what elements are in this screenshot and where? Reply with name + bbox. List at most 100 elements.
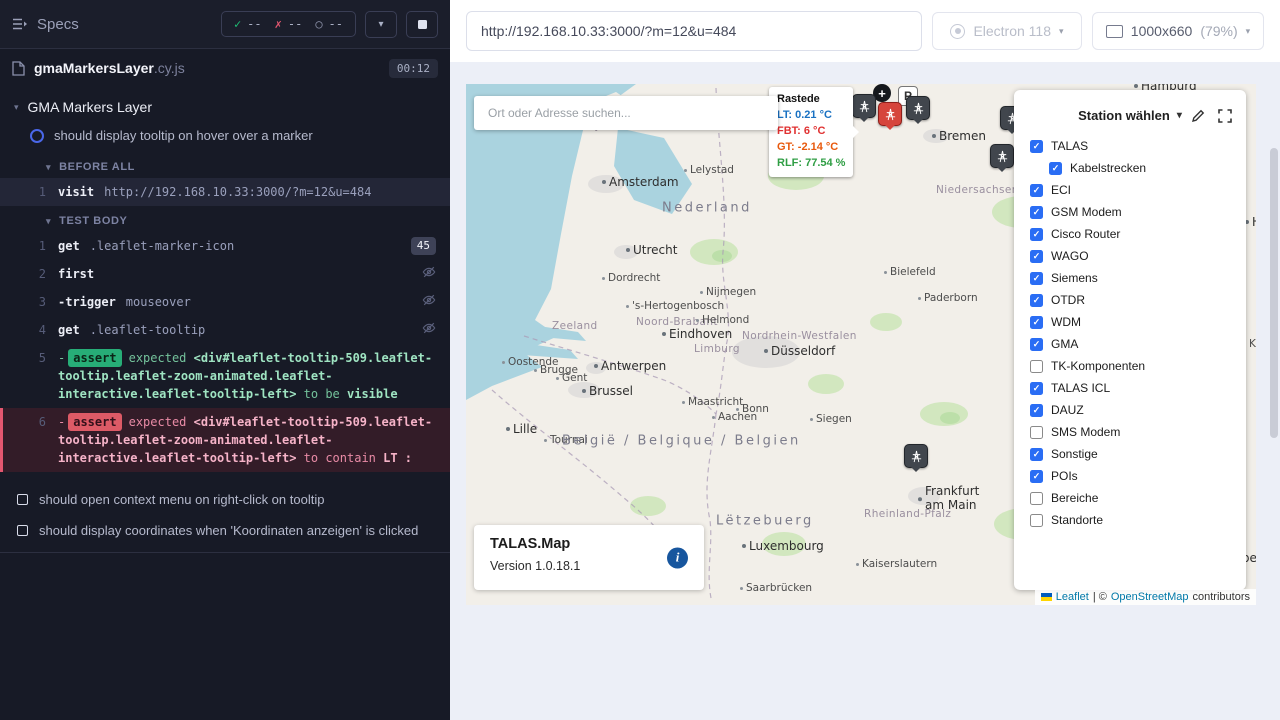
active-test-row[interactable]: should display tooltip on hover over a m…	[0, 121, 450, 152]
layer-checkbox-row[interactable]: ✓ Kabelstrecken	[1014, 157, 1246, 179]
layer-checkbox-row[interactable]: ✓ GMA	[1014, 333, 1246, 355]
checkbox[interactable]: ✓	[1030, 316, 1043, 329]
command-row[interactable]: 1 get .leaflet-marker-icon 45	[0, 232, 450, 260]
station-select[interactable]: Station wählen ▾	[1078, 108, 1182, 123]
spec-file-row[interactable]: gmaMarkersLayer.cy.js 00:12	[0, 49, 450, 87]
layer-checkbox-row[interactable]: ✓ WAGO	[1014, 245, 1246, 267]
checkbox[interactable]: ✓	[1030, 228, 1043, 241]
station-marker[interactable]	[904, 444, 928, 468]
command-row[interactable]: 1 visit http://192.168.10.33:3000/?m=12&…	[0, 178, 450, 206]
osm-link[interactable]: OpenStreetMap	[1111, 591, 1189, 603]
checkbox[interactable]: ✓	[1030, 206, 1043, 219]
station-marker[interactable]	[990, 144, 1014, 168]
command-method: get	[58, 237, 80, 255]
active-test-title: should display tooltip on hover over a m…	[54, 128, 313, 143]
checkbox[interactable]: ✓	[1030, 272, 1043, 285]
suite-row[interactable]: ▾ GMA Markers Layer	[0, 87, 450, 121]
layer-checkbox-row[interactable]: ✓ TALAS	[1014, 135, 1246, 157]
search-input[interactable]	[476, 96, 776, 130]
scrollbar[interactable]	[1269, 128, 1279, 718]
station-marker[interactable]	[906, 96, 930, 120]
station-marker[interactable]	[852, 94, 876, 118]
command-method: -trigger	[58, 293, 116, 311]
checkbox[interactable]: ✓	[1030, 140, 1043, 153]
city-dot-icon	[534, 369, 537, 372]
section-header[interactable]: ▾ BEFORE ALL	[0, 152, 450, 178]
specs-menu-button[interactable]: Specs	[12, 16, 79, 33]
station-red-marker[interactable]	[878, 102, 902, 126]
checkbox[interactable]	[1030, 360, 1043, 373]
marker-tooltip[interactable]: Rastede LT: 0.21 °CFBT: 6 °CGT: -2.14 °C…	[769, 87, 853, 177]
checkbox[interactable]: ✓	[1030, 338, 1043, 351]
pending-test-row[interactable]: should open context menu on right-click …	[0, 484, 450, 515]
stop-button[interactable]	[406, 11, 438, 38]
command-row[interactable]: 3 -trigger mouseover	[0, 288, 450, 316]
layer-label: TALAS ICL	[1051, 381, 1110, 395]
aut-toolbar: Electron 118 ▾ 1000x660 (79%) ▾	[450, 0, 1280, 62]
layer-checkbox-row[interactable]: ✓ WDM	[1014, 311, 1246, 333]
station-panel-header: Station wählen ▾	[1014, 100, 1246, 135]
leaflet-link[interactable]: Leaflet	[1056, 591, 1089, 603]
collapse-all-button[interactable]: ▾	[365, 11, 397, 38]
city-dot-icon	[918, 497, 922, 501]
fullscreen-button[interactable]	[1218, 109, 1232, 123]
viewport-size: 1000x660	[1131, 23, 1193, 39]
layer-checkbox-row[interactable]: ✓ OTDR	[1014, 289, 1246, 311]
map-place-label: Gent	[556, 372, 587, 384]
leaflet-map[interactable]: Hamburg Bremen Fryslân Niedersachsen Han…	[466, 84, 1256, 605]
command-row[interactable]: 4 get .leaflet-tooltip	[0, 316, 450, 344]
electron-icon	[950, 24, 965, 39]
tooltip-measurement: RLF: 77.54 %	[777, 156, 845, 172]
section-header[interactable]: ▾ TEST BODY	[0, 206, 450, 232]
layer-label: WDM	[1051, 315, 1081, 329]
layer-label: GMA	[1051, 337, 1078, 351]
layer-checkbox-row[interactable]: ✓ Cisco Router	[1014, 223, 1246, 245]
assert-row[interactable]: 5 -assertexpected <div#leaflet-tooltip-5…	[0, 344, 450, 408]
assert-row[interactable]: 6 -assertexpected <div#leaflet-tooltip-5…	[0, 408, 450, 472]
command-method: get	[58, 321, 80, 339]
city-dot-icon	[712, 416, 715, 419]
checkbox[interactable]: ✓	[1030, 184, 1043, 197]
assert-pill: assert	[68, 349, 121, 367]
layer-checkbox-row[interactable]: ✓ Siemens	[1014, 267, 1246, 289]
checkbox[interactable]: ✓	[1030, 382, 1043, 395]
layer-checkbox-row[interactable]: ✓ ECI	[1014, 179, 1246, 201]
command-section: ▾ TEST BODY 1 get .leaflet-marker-icon 4…	[0, 206, 450, 472]
command-row[interactable]: 2 first	[0, 260, 450, 288]
layer-checkbox-row[interactable]: ✓ DAUZ	[1014, 399, 1246, 421]
edit-button[interactable]	[1191, 109, 1205, 123]
checkbox[interactable]: ✓	[1030, 448, 1043, 461]
checkbox[interactable]	[1030, 426, 1043, 439]
layer-checkbox-row[interactable]: ✓ TALAS ICL	[1014, 377, 1246, 399]
viewport-select[interactable]: 1000x660 (79%) ▾	[1092, 12, 1264, 50]
command-section: ▾ BEFORE ALL 1 visit http://192.168.10.3…	[0, 152, 450, 206]
checkbox[interactable]: ✓	[1030, 470, 1043, 483]
passed-icon: ✓	[234, 17, 241, 31]
layer-checkbox-row[interactable]: SMS Modem	[1014, 421, 1246, 443]
city-dot-icon	[684, 169, 687, 172]
scrollbar-thumb[interactable]	[1270, 148, 1278, 438]
info-button[interactable]: i	[667, 547, 688, 568]
layer-checkbox-row[interactable]: ✓ POIs	[1014, 465, 1246, 487]
pending-test-row[interactable]: should display coordinates when 'Koordin…	[0, 515, 450, 546]
checkbox[interactable]: ✓	[1030, 404, 1043, 417]
layer-checkbox-row[interactable]: Standorte	[1014, 509, 1246, 531]
map-place-label: Hannover	[1245, 215, 1256, 229]
layer-checkbox-row[interactable]: Bereiche	[1014, 487, 1246, 509]
layer-checkbox-row[interactable]: TK-Komponenten	[1014, 355, 1246, 377]
layer-checkbox-row[interactable]: ✓ Sonstige	[1014, 443, 1246, 465]
viewport-zoom: (79%)	[1200, 23, 1237, 39]
browser-select[interactable]: Electron 118 ▾	[932, 12, 1082, 50]
layer-checkbox-row[interactable]: ✓ GSM Modem	[1014, 201, 1246, 223]
tooltip-measurement: GT: -2.14 °C	[777, 140, 845, 156]
map-place-label: Lëtzebuerg	[716, 514, 814, 529]
checkbox[interactable]: ✓	[1030, 250, 1043, 263]
checkbox[interactable]	[1030, 492, 1043, 505]
test-list: ▾ GMA Markers Layer should display toolt…	[0, 87, 450, 720]
pylon-icon	[996, 150, 1009, 163]
checkbox[interactable]	[1030, 514, 1043, 527]
checkbox[interactable]: ✓	[1049, 162, 1062, 175]
url-input[interactable]	[466, 11, 922, 51]
tooltip-measurement: LT: 0.21 °C	[777, 108, 845, 124]
checkbox[interactable]: ✓	[1030, 294, 1043, 307]
